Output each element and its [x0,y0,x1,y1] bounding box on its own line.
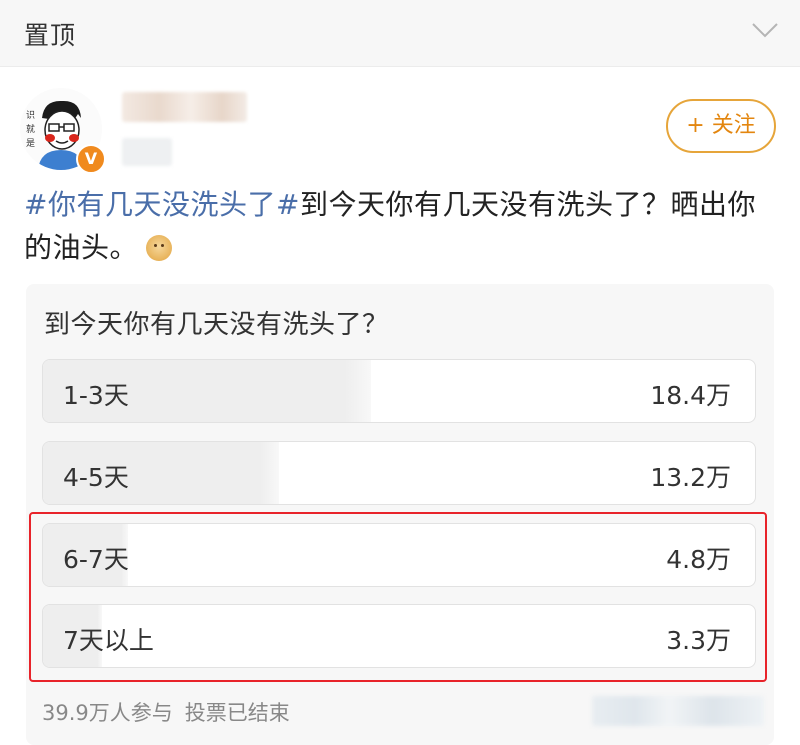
red-highlight-box [29,512,767,682]
follow-button[interactable]: + 关注 [666,99,776,153]
poll-option[interactable]: 1-3天 18.4万 [42,359,756,423]
pinned-label: 置顶 [24,21,77,50]
poll-option-label: 4-5天 [63,463,129,492]
chevron-down-icon[interactable] [750,14,780,44]
poll-question: 到今天你有几天没有洗头了？ [44,310,389,340]
author-meta-redacted [122,138,172,166]
author-name-redacted[interactable] [122,92,247,122]
poll-participants: 39.9万人参与 [42,701,173,725]
hashtag-link[interactable]: #你有几天没洗头了# [24,188,300,221]
poll-footer: 39.9万人参与 投票已结束 [42,697,290,727]
poll-status: 投票已结束 [184,701,290,725]
poll-option-count: 18.4万 [650,381,731,410]
poll-option[interactable]: 4-5天 13.2万 [42,441,756,505]
svg-text:就: 就 [26,123,35,135]
poll-option-count: 13.2万 [650,463,731,492]
svg-text:识: 识 [26,110,35,121]
verified-badge-icon: V [76,144,106,174]
footer-redacted [592,696,764,726]
post-text: #你有几天没洗头了#到今天你有几天没有洗头了？晒出你的油头。 [24,183,764,269]
pinned-bar: 置顶 [0,0,800,67]
weibo-post-screen: 置顶 识 就 是 V + 关注 #你有几天没洗头了#到今天你有几天没有洗头了？晒… [0,0,800,745]
poll-option-label: 1-3天 [63,381,129,410]
svg-text:是: 是 [26,138,35,149]
doge-icon [146,235,173,261]
